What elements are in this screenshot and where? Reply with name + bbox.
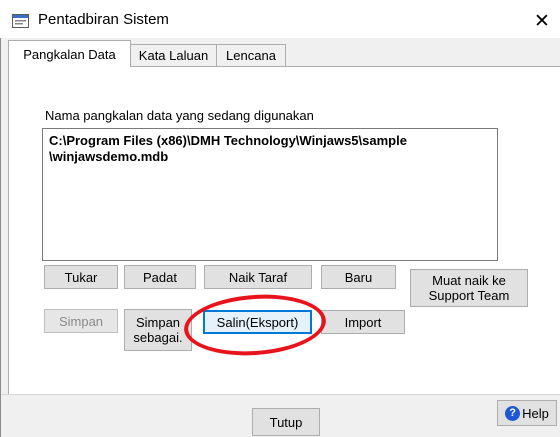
database-path-line2: \winjawsdemo.mdb bbox=[49, 149, 169, 164]
tab-label: Kata Laluan bbox=[138, 48, 209, 63]
padat-button[interactable]: Padat bbox=[124, 265, 196, 289]
tutup-button[interactable]: Tutup bbox=[252, 408, 320, 436]
import-button[interactable]: Import bbox=[321, 310, 405, 334]
database-path-line1: C:\Program Files (x86)\DMH Technology\Wi… bbox=[49, 133, 407, 148]
tab-lencana[interactable]: Lencana bbox=[216, 44, 286, 66]
simpan-sebagai-line2: sebagai. bbox=[133, 330, 183, 345]
naik-taraf-button[interactable]: Naik Taraf bbox=[204, 265, 312, 289]
muat-naik-button[interactable]: Muat naik ke Support Team bbox=[410, 269, 528, 307]
tutup-label: Tutup bbox=[269, 414, 303, 430]
simpan-label: Simpan bbox=[58, 313, 104, 329]
muat-naik-label-line2: Support Team bbox=[428, 288, 510, 303]
baru-button[interactable]: Baru bbox=[321, 265, 396, 289]
tab-pangkalan-data[interactable]: Pangkalan Data bbox=[8, 40, 131, 67]
help-icon: ? bbox=[505, 405, 521, 421]
naik-taraf-label: Naik Taraf bbox=[228, 269, 288, 285]
window-title: Pentadbiran Sistem bbox=[38, 11, 169, 28]
tukar-button[interactable]: Tukar bbox=[44, 265, 118, 289]
import-label: Import bbox=[344, 314, 382, 330]
tab-label: Pangkalan Data bbox=[23, 46, 116, 62]
padat-label: Padat bbox=[143, 269, 177, 285]
close-button[interactable]: ✕ bbox=[524, 5, 560, 37]
database-path-box[interactable]: C:\Program Files (x86)\DMH Technology\Wi… bbox=[42, 128, 498, 261]
baru-label: Baru bbox=[344, 269, 373, 285]
close-icon: ✕ bbox=[534, 10, 550, 32]
help-button[interactable]: ? Help bbox=[497, 400, 557, 426]
muat-naik-label: Muat naik ke Support Team bbox=[429, 273, 510, 303]
simpan-sebagai-label: Simpan sebagai. bbox=[133, 315, 182, 345]
simpan-button[interactable]: Simpan bbox=[44, 309, 118, 333]
tab-kata-laluan[interactable]: Kata Laluan bbox=[130, 44, 217, 66]
simpan-sebagai-line1: Simpan bbox=[135, 315, 181, 330]
tab-label: Lencana bbox=[226, 48, 276, 63]
app-window-icon bbox=[12, 14, 29, 28]
database-label: Nama pangkalan data yang sedang digunaka… bbox=[45, 108, 314, 123]
simpan-sebagai-button[interactable]: Simpan sebagai. bbox=[124, 309, 192, 351]
tukar-label: Tukar bbox=[64, 269, 98, 285]
muat-naik-label-line1: Muat naik ke bbox=[432, 273, 506, 288]
help-label: Help bbox=[522, 405, 549, 421]
